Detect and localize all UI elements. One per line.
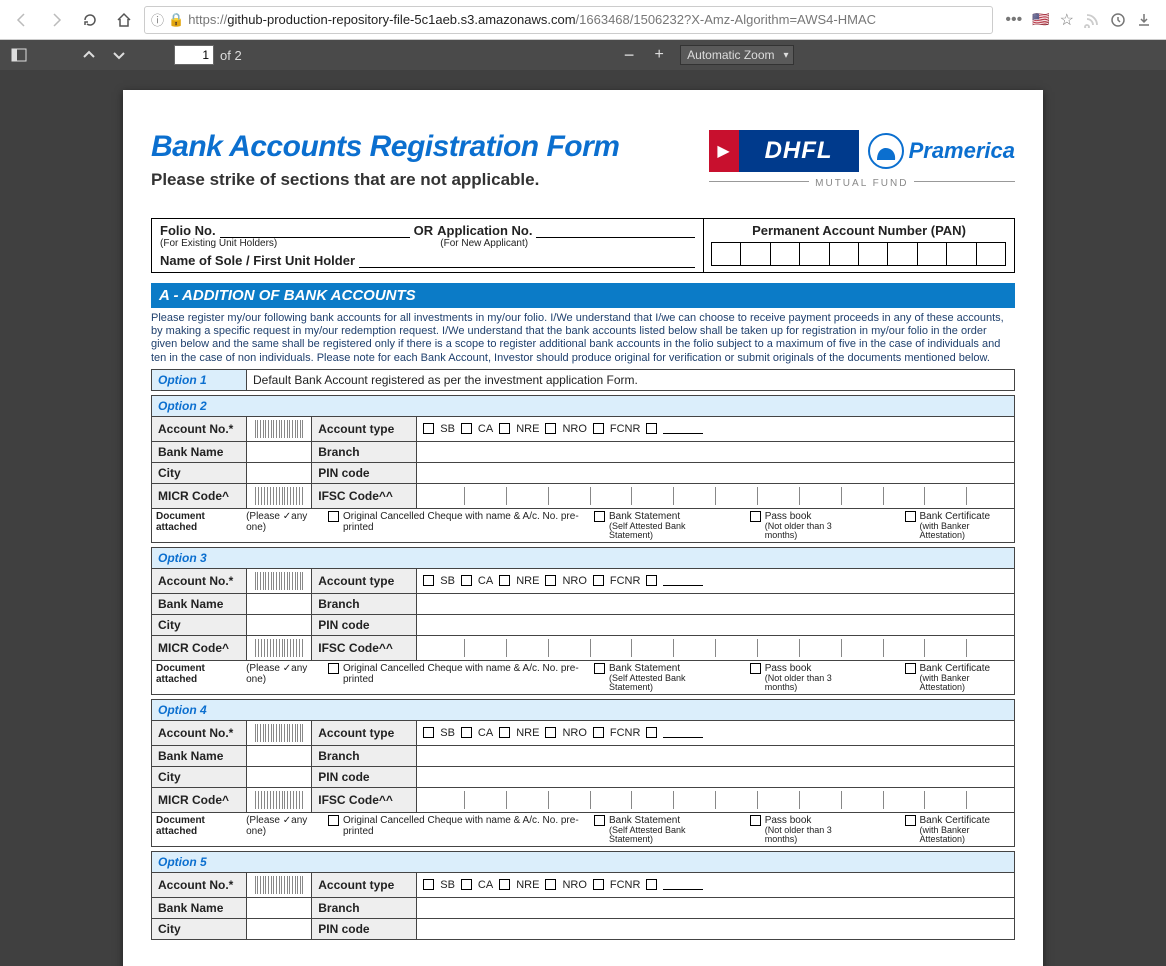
- doc-attached-row: Document attached(Please ✓any one) Origi…: [151, 661, 1015, 695]
- bookmark-icon[interactable]: ☆: [1060, 10, 1074, 30]
- option-block: Option 4 Account No.* Account type SB CA…: [151, 699, 1015, 813]
- browser-toolbar: ⓘ 🔒 https://github-production-repository…: [0, 0, 1166, 40]
- doc-attached-row: Document attached(Please ✓any one) Origi…: [151, 509, 1015, 543]
- section-a-para: Please register my/our following bank ac…: [151, 312, 1015, 365]
- info-icon[interactable]: ⓘ: [151, 10, 164, 29]
- page-up-icon[interactable]: [76, 42, 102, 68]
- pdf-viewer[interactable]: Bank Accounts Registration Form Please s…: [0, 70, 1166, 966]
- more-icon[interactable]: •••: [1005, 11, 1022, 29]
- account-types: SB CA NRE NRO FCNR: [423, 879, 1008, 891]
- page-input[interactable]: [174, 45, 214, 65]
- section-a-bar: A - ADDITION OF BANK ACCOUNTS: [151, 283, 1015, 308]
- mutual-fund-label: MUTUAL FUND: [815, 178, 908, 189]
- pdf-page: Bank Accounts Registration Form Please s…: [123, 90, 1043, 966]
- zoom-in-icon[interactable]: +: [646, 42, 672, 68]
- forward-button[interactable]: [42, 6, 70, 34]
- rss-icon[interactable]: [1084, 12, 1100, 28]
- option-header: Option 4: [152, 699, 1015, 720]
- pramerica-logo: Pramerica: [867, 132, 1015, 170]
- option-header: Option 5: [152, 851, 1015, 872]
- option-block: Option 3 Account No.* Account type SB CA…: [151, 547, 1015, 661]
- account-types: SB CA NRE NRO FCNR: [423, 575, 1008, 587]
- option-header: Option 3: [152, 547, 1015, 568]
- header-info-box: Folio No. OR Application No. (For Existi…: [151, 218, 1015, 273]
- doc-title: Bank Accounts Registration Form: [151, 130, 619, 164]
- page-down-icon[interactable]: [106, 42, 132, 68]
- account-types: SB CA NRE NRO FCNR: [423, 423, 1008, 435]
- sidebar-toggle-icon[interactable]: [6, 42, 32, 68]
- pan-grid: [712, 242, 1006, 266]
- flag-icon[interactable]: 🇺🇸: [1032, 11, 1049, 28]
- option-block: Option 5 Account No.* Account type SB CA…: [151, 851, 1015, 940]
- account-no-cells: [253, 876, 305, 894]
- url-text: https://github-production-repository-fil…: [188, 12, 876, 27]
- dhfl-logo: ▶ DHFL: [709, 130, 859, 172]
- zoom-out-icon[interactable]: −: [616, 42, 642, 68]
- doc-subtitle: Please strike of sections that are not a…: [151, 170, 619, 190]
- option-header: Option 2: [152, 395, 1015, 416]
- zoom-select[interactable]: Automatic Zoom: [680, 45, 793, 65]
- account-types: SB CA NRE NRO FCNR: [423, 727, 1008, 739]
- home-button[interactable]: [110, 6, 138, 34]
- account-no-cells: [253, 420, 305, 438]
- option1-table: Option 1Default Bank Account registered …: [151, 369, 1015, 391]
- option-block: Option 2 Account No.* Account type SB CA…: [151, 395, 1015, 509]
- history-icon[interactable]: [1110, 12, 1126, 28]
- pan-label: Permanent Account Number (PAN): [712, 223, 1006, 238]
- account-no-cells: [253, 572, 305, 590]
- doc-attached-row: Document attached(Please ✓any one) Origi…: [151, 813, 1015, 847]
- lock-icon: 🔒: [168, 12, 184, 28]
- url-bar[interactable]: ⓘ 🔒 https://github-production-repository…: [144, 6, 993, 34]
- pdf-toolbar: of 2 − + Automatic Zoom: [0, 40, 1166, 70]
- reload-button[interactable]: [76, 6, 104, 34]
- back-button[interactable]: [8, 6, 36, 34]
- account-no-cells: [253, 724, 305, 742]
- download-icon[interactable]: [1136, 12, 1152, 28]
- page-of-label: of 2: [220, 48, 242, 63]
